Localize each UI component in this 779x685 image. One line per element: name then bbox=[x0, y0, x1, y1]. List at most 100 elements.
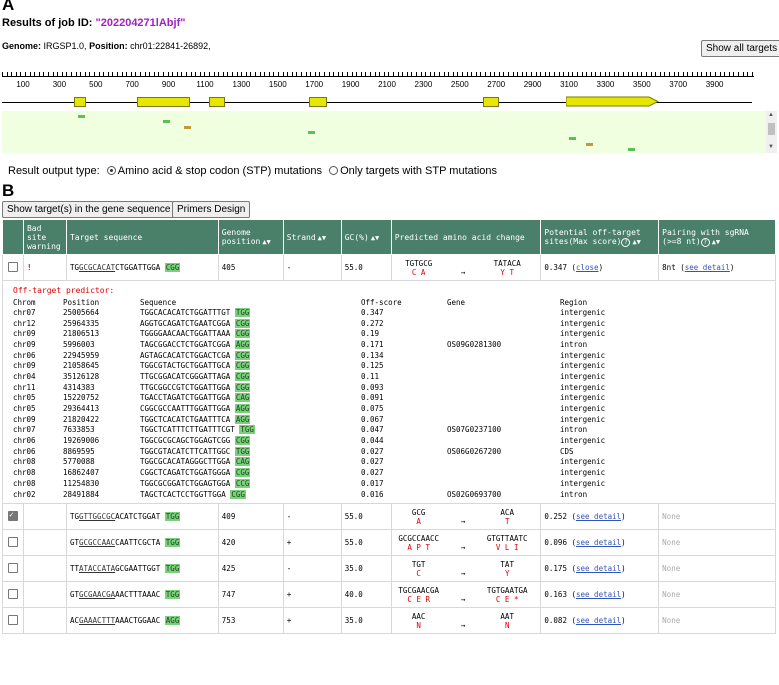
target-mark[interactable] bbox=[163, 120, 170, 123]
ruler-tick bbox=[719, 72, 721, 76]
ruler-tick bbox=[360, 72, 362, 76]
ruler-tick bbox=[84, 72, 86, 76]
scroll-down-icon[interactable]: ▼ bbox=[768, 144, 774, 150]
target-mark[interactable] bbox=[184, 126, 191, 129]
sort-icon[interactable]: ▲▼ bbox=[318, 234, 326, 242]
offtarget-seq: TGGCGCGCAGCTGGAGTCGG bbox=[140, 436, 235, 446]
offtarget-pam: CGG bbox=[234, 318, 251, 328]
radio-amino-acid-label[interactable]: Amino acid & stop codon (STP) mutations bbox=[118, 165, 322, 177]
output-type-selector: Result output type: Amino acid & stop co… bbox=[8, 165, 497, 177]
offtarget-position: 21058645 bbox=[63, 361, 100, 371]
scroll-up-icon[interactable]: ▲ bbox=[768, 112, 774, 118]
show-in-gene-button[interactable]: Show target(s) in the gene sequence bbox=[2, 201, 176, 218]
radio-stp-only[interactable] bbox=[329, 165, 339, 175]
ruler-tick bbox=[554, 72, 555, 76]
pam-sequence: TGG bbox=[164, 538, 181, 548]
row-checkbox[interactable] bbox=[7, 562, 18, 573]
offtarget-row: chr08 11254830 TGGCGCGGATCTGGAGTGGA CCG 0.0… bbox=[13, 478, 680, 489]
arrow-icon: → bbox=[460, 267, 466, 277]
col-target-sequence[interactable]: Target sequence bbox=[65, 219, 219, 255]
offtarget-row: chr09 21806513 TGGGGAACAACTGGATTAAA CGG 0.1… bbox=[13, 328, 680, 339]
scroll-thumb[interactable] bbox=[768, 123, 775, 135]
target-mark[interactable] bbox=[569, 137, 576, 140]
offtarget-link[interactable]: see detail bbox=[576, 590, 621, 599]
offtarget-link[interactable]: see detail bbox=[576, 564, 621, 573]
select-cell bbox=[2, 607, 24, 635]
primers-design-button[interactable]: Primers Design bbox=[172, 201, 251, 218]
offtarget-gene bbox=[447, 457, 560, 468]
pairing-link[interactable]: see detail bbox=[685, 263, 730, 272]
offtarget-sequence: TGGCTCACATCTGAATTTCA AGG bbox=[140, 414, 361, 425]
ruler-tick-label: 1500 bbox=[268, 80, 287, 89]
col-pairing[interactable]: Pairing with sgRNA (>=8 nt)? ▲▼ bbox=[658, 219, 776, 255]
offtarget-score: 0.082 ( bbox=[544, 616, 576, 626]
offtarget-link[interactable]: see detail bbox=[576, 538, 621, 547]
offtarget-score: 0.19 bbox=[361, 329, 380, 339]
offtarget-seq: TTGCGGACATCGGGATTAGA bbox=[140, 371, 235, 381]
exon-3[interactable] bbox=[209, 97, 225, 107]
target-mark[interactable] bbox=[628, 148, 635, 151]
target-mark[interactable] bbox=[308, 131, 315, 134]
offtarget-chrom: chr04 bbox=[13, 371, 36, 381]
offtarget-link[interactable]: see detail bbox=[576, 616, 621, 625]
radio-amino-acid[interactable] bbox=[106, 165, 116, 175]
offtarget-chrom: chr05 bbox=[13, 393, 36, 403]
aa-to-nt: TGTGAATGA bbox=[486, 585, 528, 595]
row-checkbox[interactable] bbox=[7, 588, 18, 599]
offtarget-cell: 0.096 (see detail) bbox=[540, 529, 660, 557]
exon-2[interactable] bbox=[137, 97, 190, 107]
exon-5[interactable] bbox=[483, 97, 499, 107]
aa-change: GCG A → ACA T bbox=[390, 503, 542, 531]
exon-1[interactable] bbox=[74, 97, 86, 107]
ruler-tick bbox=[278, 72, 279, 76]
ruler-tick bbox=[627, 72, 629, 76]
sort-icon[interactable]: ▲▼ bbox=[262, 238, 270, 246]
offtarget-chrom: chr07 bbox=[13, 307, 36, 317]
seq-prefix: TT bbox=[69, 564, 79, 574]
target-mark[interactable] bbox=[78, 115, 85, 118]
warning-cell: ! bbox=[22, 254, 67, 281]
sort-icon[interactable]: ▲▼ bbox=[632, 238, 640, 246]
row-checkbox[interactable] bbox=[7, 536, 18, 547]
select-cell bbox=[2, 529, 24, 557]
exon-6-arrow[interactable] bbox=[565, 96, 660, 107]
row-checkbox[interactable] bbox=[7, 261, 18, 272]
sort-icon[interactable]: ▲▼ bbox=[371, 234, 379, 242]
ruler-tick-label: 3900 bbox=[705, 80, 724, 89]
aa-from-nt: TGCGAACGA bbox=[398, 585, 439, 595]
ruler-tick bbox=[319, 72, 321, 76]
aa-from-nt: TGT bbox=[411, 559, 426, 569]
ruler-tick bbox=[71, 72, 72, 76]
arrow-icon: → bbox=[460, 568, 466, 578]
target-mark[interactable] bbox=[586, 143, 593, 146]
offtarget-position: 4314383 bbox=[63, 382, 95, 392]
offtarget-score: 0.047 bbox=[361, 425, 384, 435]
col-offtarget[interactable]: Potential off-target sites(Max score)? ▲▼ bbox=[540, 219, 660, 255]
row-checkbox[interactable] bbox=[7, 510, 18, 521]
ruler-tick bbox=[742, 72, 744, 76]
help-icon[interactable]: ? bbox=[700, 237, 710, 247]
exon-4[interactable] bbox=[309, 97, 327, 107]
track-scrollbar[interactable]: ▲ ▼ bbox=[766, 111, 777, 153]
offtarget-panel: Off-target predictor: Chrom Position Sequen… bbox=[2, 279, 776, 505]
radio-stp-only-label[interactable]: Only targets with STP mutations bbox=[340, 165, 497, 177]
sort-icon[interactable]: ▲▼ bbox=[712, 238, 720, 246]
ruler-tick bbox=[222, 72, 224, 76]
offtarget-gene bbox=[447, 478, 560, 489]
col-genome-position[interactable]: Genome position ▲▼ bbox=[217, 219, 284, 255]
col-gc[interactable]: GC(%) ▲▼ bbox=[340, 219, 392, 255]
aa-from: GCGCCAACC A P T bbox=[395, 534, 443, 552]
offtarget-pam: CGG bbox=[234, 329, 251, 339]
row-checkbox[interactable] bbox=[7, 614, 18, 625]
pam-sequence: TGG bbox=[164, 564, 181, 574]
pairing-value: None bbox=[662, 538, 681, 548]
offtarget-score: 0.347 bbox=[361, 307, 384, 317]
table-row: TGGTTGGCGCACATCTGGAT TGG409-55.0GCGA→ACA… bbox=[2, 503, 776, 531]
strand: - bbox=[282, 503, 342, 531]
col-strand[interactable]: Strand ▲▼ bbox=[282, 219, 342, 255]
help-icon[interactable]: ? bbox=[621, 237, 631, 247]
show-all-targets-button[interactable]: Show all targets bbox=[701, 40, 779, 57]
offtarget-link[interactable]: see detail bbox=[576, 512, 621, 521]
ruler-tick bbox=[747, 72, 749, 76]
offtarget-link[interactable]: close bbox=[576, 263, 599, 272]
